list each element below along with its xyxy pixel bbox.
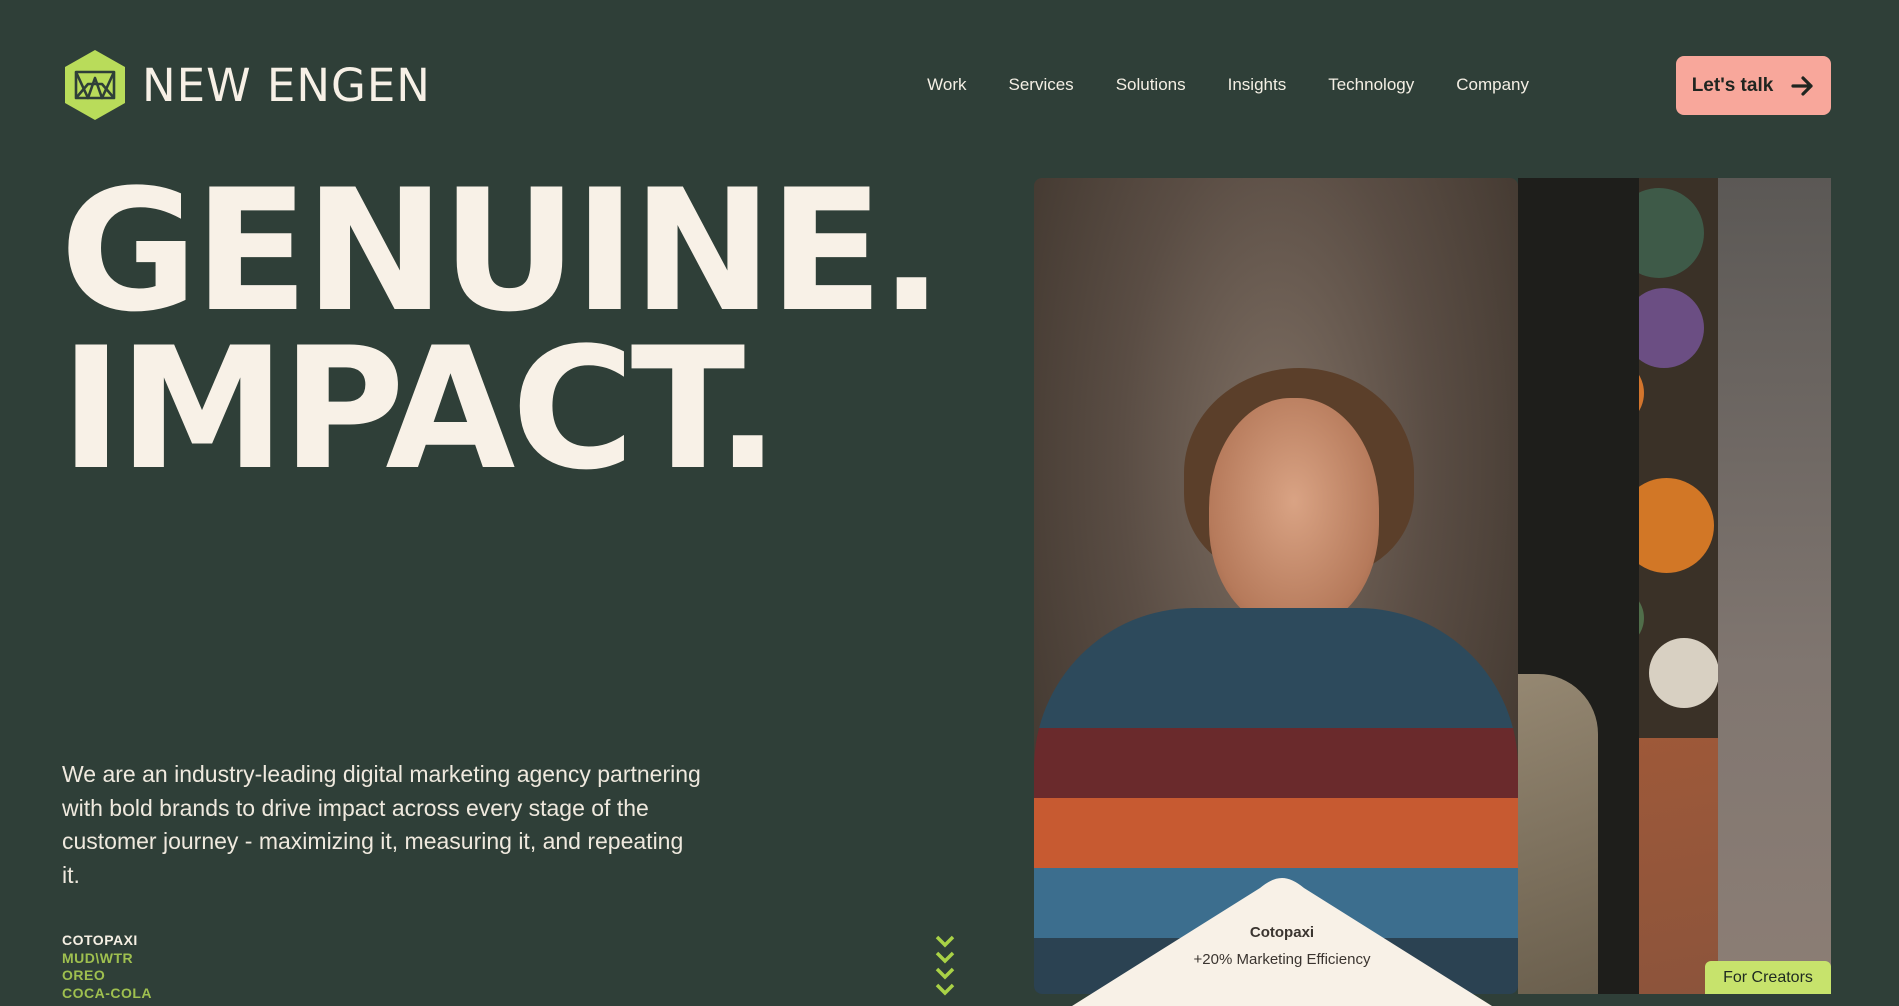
hero-description: We are an industry-leading digital marke… bbox=[62, 761, 701, 888]
arrow-right-icon bbox=[1791, 75, 1813, 96]
logo-wordmark: NEW ENGEN bbox=[142, 58, 431, 112]
lets-talk-button[interactable]: Let's talk bbox=[1676, 56, 1831, 115]
for-creators-button[interactable]: For Creators bbox=[1705, 961, 1831, 994]
brand-logo[interactable]: NEW ENGEN bbox=[62, 48, 431, 122]
nav-work[interactable]: Work bbox=[927, 56, 966, 114]
hero-headline: GENUINE. IMPACT. bbox=[60, 153, 943, 507]
nav-technology[interactable]: Technology bbox=[1328, 56, 1414, 114]
nav-solutions[interactable]: Solutions bbox=[1116, 56, 1186, 114]
lets-talk-label: Let's talk bbox=[1691, 74, 1774, 96]
brand-item-mudwtr[interactable]: MUD\WTR bbox=[62, 950, 152, 968]
nav-company[interactable]: Company bbox=[1456, 56, 1529, 114]
hero-line-2: IMPACT. bbox=[60, 311, 780, 507]
caption-background bbox=[1072, 878, 1492, 1006]
chevron-down-icon bbox=[935, 951, 955, 964]
nav-insights[interactable]: Insights bbox=[1228, 56, 1287, 114]
brand-item-cotopaxi[interactable]: COTOPAXI bbox=[62, 932, 152, 950]
nav-services[interactable]: Services bbox=[1009, 56, 1074, 114]
featured-stat: +20% Marketing Efficiency bbox=[1193, 951, 1371, 968]
case-card-4[interactable] bbox=[1718, 178, 1831, 994]
brand-list: COTOPAXI MUD\WTR OREO COCA-COLA bbox=[62, 932, 152, 1002]
featured-case-caption: Cotopaxi +20% Marketing Efficiency bbox=[1072, 876, 1492, 1006]
featured-title: Cotopaxi bbox=[1249, 924, 1315, 941]
case-card-cotopaxi[interactable] bbox=[1034, 178, 1518, 994]
hero-line-1: GENUINE. bbox=[60, 153, 943, 349]
brand-item-oreo[interactable]: OREO bbox=[62, 967, 152, 985]
hexagon-logo-icon bbox=[65, 50, 125, 120]
main-nav: Work Services Solutions Insights Technol… bbox=[885, 56, 1529, 114]
case-card-2[interactable] bbox=[1518, 178, 1639, 994]
scroll-down-indicator[interactable] bbox=[934, 934, 956, 998]
chevron-down-icon bbox=[935, 935, 955, 948]
chevron-down-icon bbox=[935, 967, 955, 980]
case-study-gallery[interactable] bbox=[1034, 178, 1831, 994]
brand-item-coca-cola[interactable]: COCA-COLA bbox=[62, 985, 152, 1003]
